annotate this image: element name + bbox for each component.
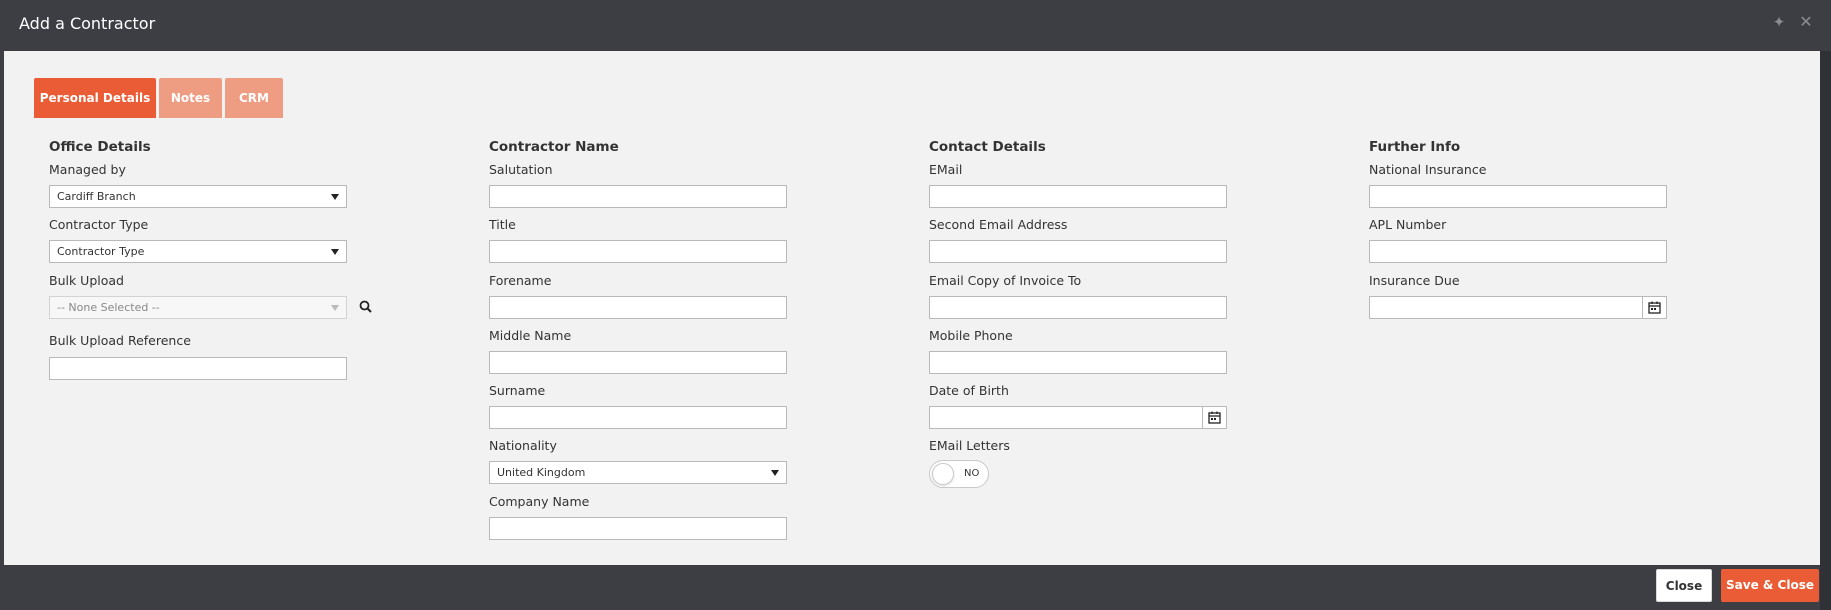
contractor-type-label: Contractor Type bbox=[49, 217, 149, 232]
bulk-upload-reference-input[interactable] bbox=[49, 357, 347, 380]
contractor-type-select[interactable]: Contractor Type bbox=[49, 240, 347, 263]
company-name-label: Company Name bbox=[489, 494, 590, 509]
dialog-body: Personal Details Notes CRM Office Detail… bbox=[4, 51, 1820, 565]
national-insurance-label: National Insurance bbox=[1369, 162, 1487, 177]
email-label: EMail bbox=[929, 162, 963, 177]
chevron-down-icon bbox=[331, 305, 339, 311]
dialog-header: Add a Contractor ✦ ✕ bbox=[0, 0, 1831, 51]
title-input[interactable] bbox=[489, 240, 787, 263]
section-title-contact: Contact Details bbox=[929, 139, 1046, 155]
company-name-input[interactable] bbox=[489, 517, 787, 540]
surname-input[interactable] bbox=[489, 406, 787, 429]
chevron-down-icon bbox=[771, 470, 779, 476]
nationality-label: Nationality bbox=[489, 438, 557, 453]
email-input[interactable] bbox=[929, 185, 1227, 208]
save-and-close-button[interactable]: Save & Close bbox=[1721, 569, 1819, 602]
section-title-name: Contractor Name bbox=[489, 139, 619, 155]
managed-by-select[interactable]: Cardiff Branch bbox=[49, 185, 347, 208]
search-icon[interactable] bbox=[359, 300, 373, 314]
email-letters-toggle[interactable]: NO bbox=[929, 460, 989, 488]
second-email-input[interactable] bbox=[929, 240, 1227, 263]
managed-by-value: Cardiff Branch bbox=[57, 190, 136, 203]
close-icon[interactable]: ✕ bbox=[1797, 13, 1815, 31]
date-of-birth-label: Date of Birth bbox=[929, 383, 1009, 398]
national-insurance-input[interactable] bbox=[1369, 185, 1667, 208]
tab-notes[interactable]: Notes bbox=[159, 78, 222, 118]
salutation-label: Salutation bbox=[489, 162, 553, 177]
forename-label: Forename bbox=[489, 273, 552, 288]
mobile-phone-input[interactable] bbox=[929, 351, 1227, 374]
pin-icon[interactable]: ✦ bbox=[1770, 13, 1788, 31]
toggle-state: NO bbox=[964, 468, 980, 479]
tab-crm[interactable]: CRM bbox=[225, 78, 283, 118]
insurance-due-label: Insurance Due bbox=[1369, 273, 1460, 288]
section-title-office: Office Details bbox=[49, 139, 151, 155]
dialog-title: Add a Contractor bbox=[19, 14, 156, 33]
date-of-birth-input[interactable] bbox=[929, 406, 1227, 429]
tab-personal-details[interactable]: Personal Details bbox=[34, 78, 156, 118]
close-button[interactable]: Close bbox=[1656, 569, 1712, 602]
nationality-select[interactable]: United Kingdom bbox=[489, 461, 787, 484]
email-letters-label: EMail Letters bbox=[929, 438, 1010, 453]
salutation-input[interactable] bbox=[489, 185, 787, 208]
calendar-icon[interactable] bbox=[1642, 297, 1666, 318]
invoice-email-label: Email Copy of Invoice To bbox=[929, 273, 1082, 288]
invoice-email-input[interactable] bbox=[929, 296, 1227, 319]
surname-label: Surname bbox=[489, 383, 546, 398]
contractor-type-value: Contractor Type bbox=[57, 245, 145, 258]
dialog-footer bbox=[0, 565, 1820, 610]
section-title-further: Further Info bbox=[1369, 139, 1461, 155]
middle-name-label: Middle Name bbox=[489, 328, 572, 343]
insurance-due-input[interactable] bbox=[1369, 296, 1667, 319]
forename-input[interactable] bbox=[489, 296, 787, 319]
managed-by-label: Managed by bbox=[49, 162, 126, 177]
chevron-down-icon bbox=[331, 249, 339, 255]
bulk-upload-value: -- None Selected -- bbox=[57, 301, 160, 314]
bulk-upload-label: Bulk Upload bbox=[49, 273, 124, 288]
nationality-value: United Kingdom bbox=[497, 466, 586, 479]
mobile-phone-label: Mobile Phone bbox=[929, 328, 1013, 343]
title-label: Title bbox=[489, 217, 516, 232]
calendar-icon[interactable] bbox=[1202, 407, 1226, 428]
bulk-upload-reference-label: Bulk Upload Reference bbox=[49, 333, 191, 348]
bulk-upload-select[interactable]: -- None Selected -- bbox=[49, 296, 347, 319]
chevron-down-icon bbox=[331, 194, 339, 200]
toggle-knob bbox=[932, 463, 954, 485]
middle-name-input[interactable] bbox=[489, 351, 787, 374]
background-strip bbox=[1820, 0, 1831, 610]
apl-number-input[interactable] bbox=[1369, 240, 1667, 263]
second-email-label: Second Email Address bbox=[929, 217, 1068, 232]
apl-number-label: APL Number bbox=[1369, 217, 1447, 232]
